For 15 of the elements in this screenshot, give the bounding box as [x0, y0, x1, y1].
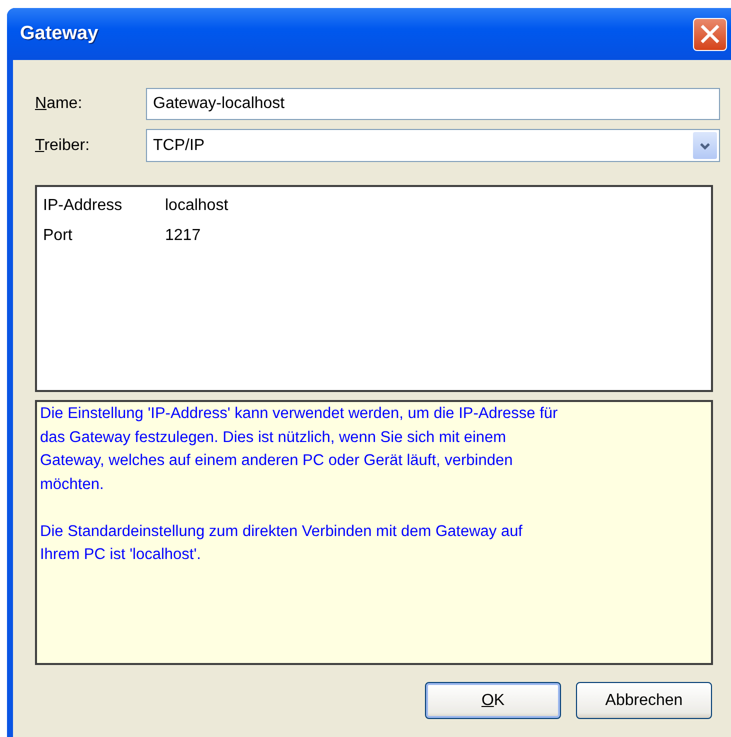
field-label: Name:: [35, 95, 84, 113]
property-value: 1217: [165, 227, 201, 245]
help-text: Die Standardeinstellung zum direkten Verbinden mit dem Gateway auf Ihrem PC ist 'localhost'.: [40, 522, 524, 565]
dialog-button[interactable]: Abbrechen: [576, 682, 712, 719]
driver-dropdown[interactable]: TCP/IP: [146, 129, 720, 162]
property-value: localhost: [165, 197, 228, 215]
help-text: Die Einstellung 'IP-Address' kann verwendet werden, um die IP-Adresse für das Gateway festzulegen. Dies ist nützlich, wenn Sie sich mit einem Gateway, welches auf einem anderen PC oder Gerät läuft, verbinden möchten.: [40, 404, 559, 494]
window-title: Gateway: [20, 23, 98, 45]
dialog-button[interactable]: OK: [425, 682, 561, 719]
close-icon: [699, 23, 721, 45]
field-label: Treiber:: [35, 136, 91, 154]
close-button[interactable]: [693, 18, 727, 50]
property-name: IP-Address: [43, 197, 124, 215]
property-name: Port: [43, 227, 74, 245]
name-field[interactable]: Gateway-localhost: [146, 88, 720, 120]
